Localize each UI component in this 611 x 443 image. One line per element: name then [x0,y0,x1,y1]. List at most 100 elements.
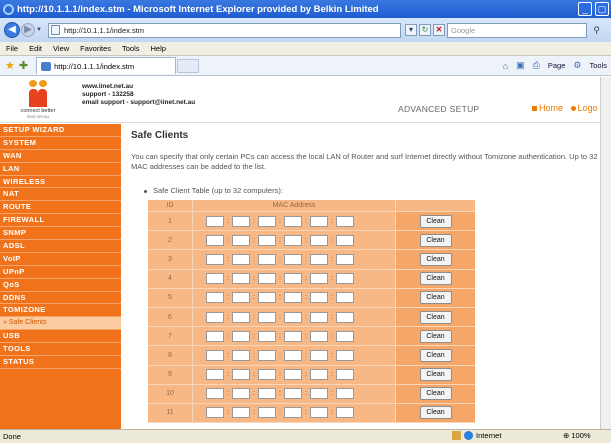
maximize-button[interactable]: ▢ [595,2,609,16]
mac-octet-input[interactable] [284,215,302,227]
mac-octet-input[interactable] [206,215,224,227]
mac-octet-input[interactable] [232,330,250,342]
mac-octet-input[interactable] [258,273,276,285]
mac-octet-input[interactable] [310,349,328,361]
mac-octet-input[interactable] [258,292,276,304]
clean-button[interactable]: Clean [419,310,452,324]
browser-tab[interactable]: http://10.1.1.1/index.stm [36,57,177,74]
sidebar-item-wan[interactable]: WAN [0,150,121,163]
sidebar-item-qos[interactable]: QoS [0,279,121,292]
mac-octet-input[interactable] [206,349,224,361]
sidebar-item-firewall[interactable]: FIREWALL [0,214,121,228]
clean-button[interactable]: Clean [419,329,452,343]
mac-octet-input[interactable] [232,292,250,304]
mac-octet-input[interactable] [336,215,354,227]
sidebar-item-tools[interactable]: TOOLS [0,343,121,357]
add-favorite-icon[interactable]: ✚ [19,59,28,72]
search-icon[interactable]: ⚲ [593,25,600,36]
vertical-scrollbar[interactable] [600,77,611,429]
mac-octet-input[interactable] [310,253,328,265]
mac-octet-input[interactable] [206,369,224,381]
mac-octet-input[interactable] [206,253,224,265]
mac-octet-input[interactable] [258,253,276,265]
mac-octet-input[interactable] [232,407,250,419]
mac-octet-input[interactable] [258,330,276,342]
mac-octet-input[interactable] [284,311,302,323]
mac-octet-input[interactable] [284,234,302,246]
sidebar-item-voip[interactable]: VoIP [0,253,121,266]
mac-octet-input[interactable] [310,330,328,342]
back-button[interactable]: ◀ [4,22,20,38]
sidebar-item-usb[interactable]: USB [0,330,121,344]
mac-octet-input[interactable] [232,234,250,246]
mac-octet-input[interactable] [206,407,224,419]
feeds-icon[interactable]: ▣ [516,60,525,71]
minimize-button[interactable]: _ [578,2,592,16]
sidebar-item-ddns[interactable]: DDNS [0,292,121,305]
mac-octet-input[interactable] [284,330,302,342]
mac-octet-input[interactable] [258,311,276,323]
mac-octet-input[interactable] [232,349,250,361]
address-input[interactable]: http://10.1.1.1/index.stm [48,22,401,38]
mac-octet-input[interactable] [284,388,302,400]
zoom-level[interactable]: ⊕ 100% [563,431,591,440]
sidebar-item-safe-clients[interactable]: » Safe Clients [0,317,121,331]
iinet-logo[interactable]: connect better iinet.net.au [3,79,73,121]
mac-octet-input[interactable] [232,215,250,227]
mac-octet-input[interactable] [284,273,302,285]
menu-edit[interactable]: Edit [29,44,42,53]
history-dropdown-icon[interactable]: ▼ [36,27,44,33]
print-icon[interactable]: ⎙ [533,60,540,71]
search-input[interactable]: Google ⚲ [447,22,600,38]
mac-octet-input[interactable] [310,215,328,227]
mac-octet-input[interactable] [284,253,302,265]
mac-octet-input[interactable] [258,407,276,419]
mac-octet-input[interactable] [232,273,250,285]
mac-octet-input[interactable] [258,388,276,400]
mac-octet-input[interactable] [336,407,354,419]
menu-file[interactable]: File [6,44,18,53]
mac-octet-input[interactable] [284,407,302,419]
mac-octet-input[interactable] [310,407,328,419]
mac-octet-input[interactable] [284,369,302,381]
sidebar-item-system[interactable]: SYSTEM [0,137,121,150]
mac-octet-input[interactable] [336,311,354,323]
clean-button[interactable]: Clean [419,272,452,286]
sidebar-item-status[interactable]: STATUS [0,356,121,369]
clean-button[interactable]: Clean [419,291,452,305]
sidebar-item-lan[interactable]: LAN [0,163,121,176]
mac-octet-input[interactable] [232,253,250,265]
mac-octet-input[interactable] [310,388,328,400]
mac-octet-input[interactable] [284,349,302,361]
new-tab-button[interactable] [177,58,200,73]
mac-octet-input[interactable] [336,330,354,342]
mac-octet-input[interactable] [310,369,328,381]
mac-octet-input[interactable] [336,292,354,304]
menu-help[interactable]: Help [151,44,166,53]
sidebar-item-snmp[interactable]: SNMP [0,227,121,241]
mac-octet-input[interactable] [258,369,276,381]
sidebar-item-nat[interactable]: NAT [0,188,121,202]
clean-button[interactable]: Clean [419,387,452,401]
clean-button[interactable]: Clean [419,233,452,247]
sidebar-item-route[interactable]: ROUTE [0,201,121,215]
mac-octet-input[interactable] [258,215,276,227]
sidebar-item-tomizone[interactable]: TOMIZONE [0,304,121,318]
mac-octet-input[interactable] [206,234,224,246]
favorites-star-icon[interactable]: ★ [5,59,15,72]
mac-octet-input[interactable] [336,369,354,381]
mac-octet-input[interactable] [310,292,328,304]
mac-octet-input[interactable] [206,273,224,285]
menu-view[interactable]: View [53,44,69,53]
sidebar-item-upnp[interactable]: UPnP [0,266,121,279]
mac-octet-input[interactable] [310,311,328,323]
tools-menu[interactable]: Tools [589,61,607,70]
mac-octet-input[interactable] [206,311,224,323]
mac-octet-input[interactable] [336,273,354,285]
mac-octet-input[interactable] [206,330,224,342]
mac-octet-input[interactable] [336,253,354,265]
menu-tools[interactable]: Tools [122,44,140,53]
sidebar-item-adsl[interactable]: ADSL [0,240,121,253]
sidebar-item-setup-wizard[interactable]: SETUP WIZARD [0,124,121,137]
menu-favorites[interactable]: Favorites [80,44,111,53]
